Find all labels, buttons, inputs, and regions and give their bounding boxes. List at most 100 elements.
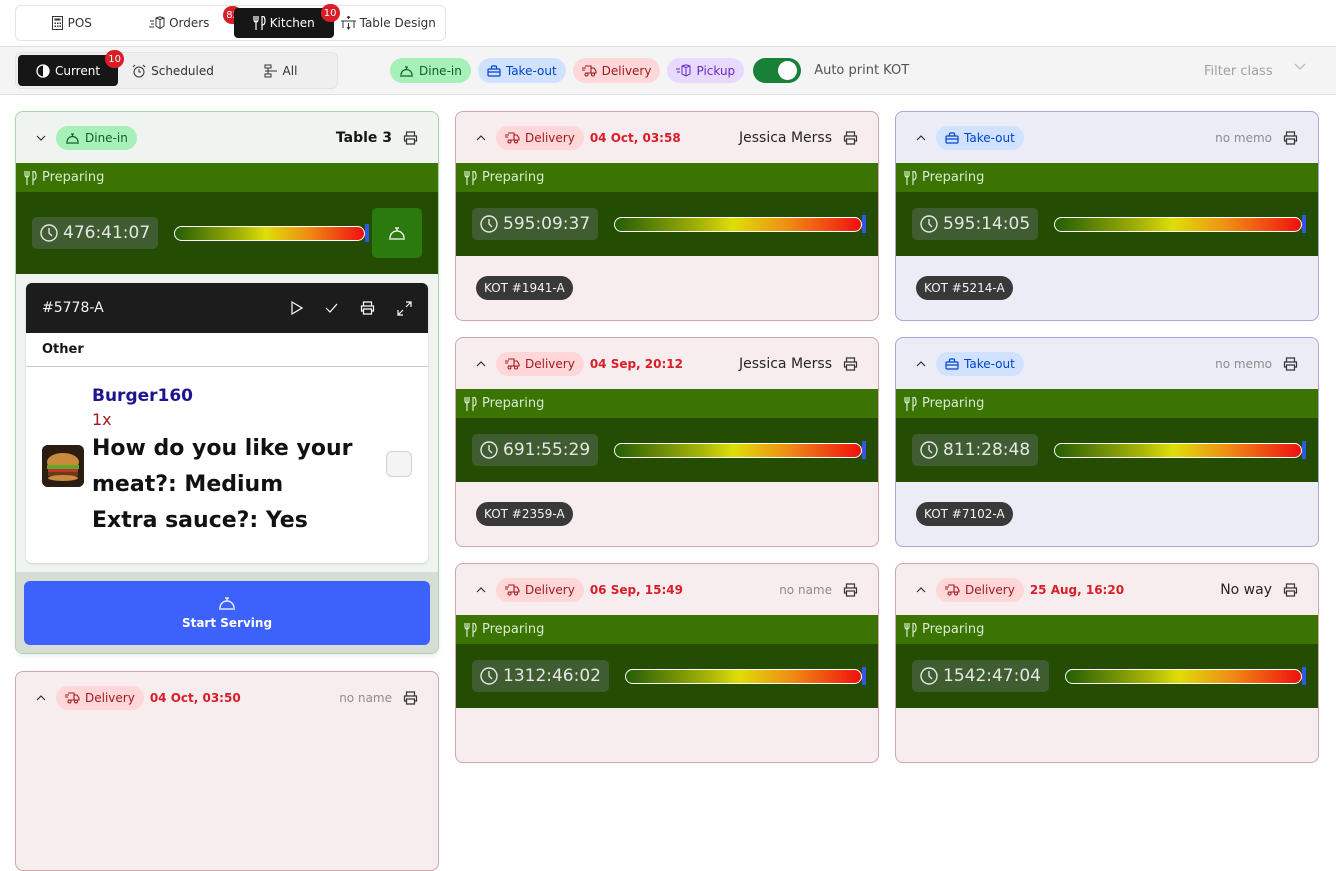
status-label: Preparing xyxy=(922,170,985,185)
kot-list: KOT #2359-A xyxy=(456,482,878,546)
timer-row: 1312:46:02 xyxy=(456,644,878,708)
tab-orders[interactable]: Orders 82 xyxy=(125,6,242,38)
service-bell-icon xyxy=(218,596,236,610)
progress-marker xyxy=(862,440,866,459)
timer-value: 1542:47:04 xyxy=(943,666,1041,686)
progress-bar xyxy=(624,666,866,685)
expand-button[interactable] xyxy=(914,131,928,145)
order-type-label: Delivery xyxy=(525,356,575,371)
collapse-button[interactable] xyxy=(34,131,48,145)
printer-icon[interactable] xyxy=(843,356,858,371)
clock-icon xyxy=(40,224,58,242)
status-bar: Preparing xyxy=(456,163,878,192)
filter-pickup[interactable]: Pickup xyxy=(667,58,745,83)
clock-icon xyxy=(920,215,938,233)
filter-dine-in[interactable]: Dine-in xyxy=(390,58,471,83)
customer-label: Jessica Merss xyxy=(739,355,832,372)
auto-print-toggle[interactable] xyxy=(753,58,802,83)
timer-value: 476:41:07 xyxy=(63,223,151,243)
item-modifiers: How do you like your meat?: Medium Extra… xyxy=(92,431,412,539)
expand-button[interactable] xyxy=(474,131,488,145)
status-bar: Preparing xyxy=(456,389,878,418)
expand-button[interactable] xyxy=(474,583,488,597)
progress-bar xyxy=(614,440,866,459)
expand-button[interactable] xyxy=(474,357,488,371)
start-serving-button[interactable]: Start Serving xyxy=(24,581,430,645)
order-type-label: Delivery xyxy=(525,582,575,597)
serve-button[interactable] xyxy=(372,208,422,258)
kot-chip[interactable]: KOT #5214-A xyxy=(916,276,1013,300)
clock-icon xyxy=(480,441,498,459)
printer-icon[interactable] xyxy=(843,130,858,145)
item-modifier: How do you like your meat?: Medium xyxy=(92,436,353,497)
toggle-knob xyxy=(778,61,798,80)
tab-scheduled[interactable]: Scheduled xyxy=(118,55,228,86)
order-date: 04 Oct, 03:58 xyxy=(589,130,681,145)
tab-all[interactable]: All xyxy=(228,55,333,86)
order-card-delivery: Delivery 25 Aug, 16:20 No way Preparing 1542… xyxy=(895,563,1319,763)
play-icon[interactable] xyxy=(291,301,303,315)
timer-value: 595:14:05 xyxy=(943,214,1031,234)
timer-value: 811:28:48 xyxy=(943,440,1031,460)
customer-label: no memo xyxy=(1215,130,1272,145)
customer-label: Jessica Merss xyxy=(739,129,832,146)
status-bar: Preparing xyxy=(896,163,1318,192)
delivery-truck-icon xyxy=(65,691,80,704)
tab-label: POS xyxy=(67,16,92,30)
checkmark-icon[interactable] xyxy=(325,303,338,313)
tab-label: Table Design xyxy=(359,16,436,30)
box-icon xyxy=(676,64,691,77)
expand-button[interactable] xyxy=(34,691,48,705)
clock-icon xyxy=(920,441,938,459)
expand-button[interactable] xyxy=(914,357,928,371)
item-quantity: 1x xyxy=(92,410,112,429)
elapsed-timer: 1312:46:02 xyxy=(472,660,609,692)
pill-label: Pickup xyxy=(696,63,736,78)
expand-icon[interactable] xyxy=(397,300,412,316)
service-bell-icon xyxy=(388,226,406,240)
timer-row: 691:55:29 xyxy=(456,418,878,482)
order-type-badge: Take-out xyxy=(936,351,1024,376)
printer-icon[interactable] xyxy=(1283,130,1298,145)
order-type-filters: Dine-in Take-out Delivery Pickup Auto pr… xyxy=(390,58,909,83)
utensils-icon xyxy=(904,622,917,637)
ticket-header: #5778-A xyxy=(26,283,428,333)
tab-table-design[interactable]: Table Design xyxy=(334,8,443,38)
printer-icon[interactable] xyxy=(403,690,418,705)
clock-icon xyxy=(480,667,498,685)
order-card-delivery: Delivery 04 Oct, 03:58 Jessica Merss Prepar… xyxy=(455,111,879,321)
card-header: Take-out no memo xyxy=(896,112,1318,163)
progress-marker xyxy=(1302,214,1306,233)
expand-button[interactable] xyxy=(914,583,928,597)
kot-chip[interactable]: KOT #1941-A xyxy=(476,276,573,300)
progress-bar xyxy=(1054,214,1306,233)
filter-take-out[interactable]: Take-out xyxy=(477,58,566,83)
kot-chip[interactable]: KOT #2359-A xyxy=(476,502,573,526)
printer-icon[interactable] xyxy=(843,582,858,597)
tab-kitchen[interactable]: Kitchen 10 xyxy=(233,4,340,38)
filter-class-select[interactable]: Filter class xyxy=(1190,55,1326,87)
printer-icon[interactable] xyxy=(1283,582,1298,597)
kot-list: KOT #7102-A xyxy=(896,482,1318,546)
half-circle-icon xyxy=(36,63,50,78)
printer-icon[interactable] xyxy=(360,301,375,315)
status-bar: Preparing xyxy=(896,389,1318,418)
order-type-label: Take-out xyxy=(964,130,1015,145)
status-label: Preparing xyxy=(42,170,105,185)
item-done-checkbox[interactable] xyxy=(386,451,412,477)
start-serving-label: Start Serving xyxy=(181,616,273,630)
elapsed-timer: 476:41:07 xyxy=(32,217,159,249)
kot-chip[interactable]: KOT #7102-A xyxy=(916,502,1013,526)
printer-icon[interactable] xyxy=(1283,356,1298,371)
tab-label: All xyxy=(282,63,298,78)
tab-current[interactable]: Current 10 xyxy=(18,50,124,86)
utensils-icon xyxy=(464,396,477,411)
list-icon xyxy=(264,64,278,78)
tab-pos[interactable]: POS xyxy=(18,8,125,38)
item-name: Burger160 xyxy=(92,386,194,406)
delivery-truck-icon xyxy=(505,357,520,370)
printer-icon[interactable] xyxy=(403,130,418,145)
order-type-badge: Delivery xyxy=(496,351,584,376)
order-card-delivery: Delivery 04 Sep, 20:12 Jessica Merss Prepar… xyxy=(455,337,879,547)
filter-delivery[interactable]: Delivery xyxy=(572,58,661,83)
